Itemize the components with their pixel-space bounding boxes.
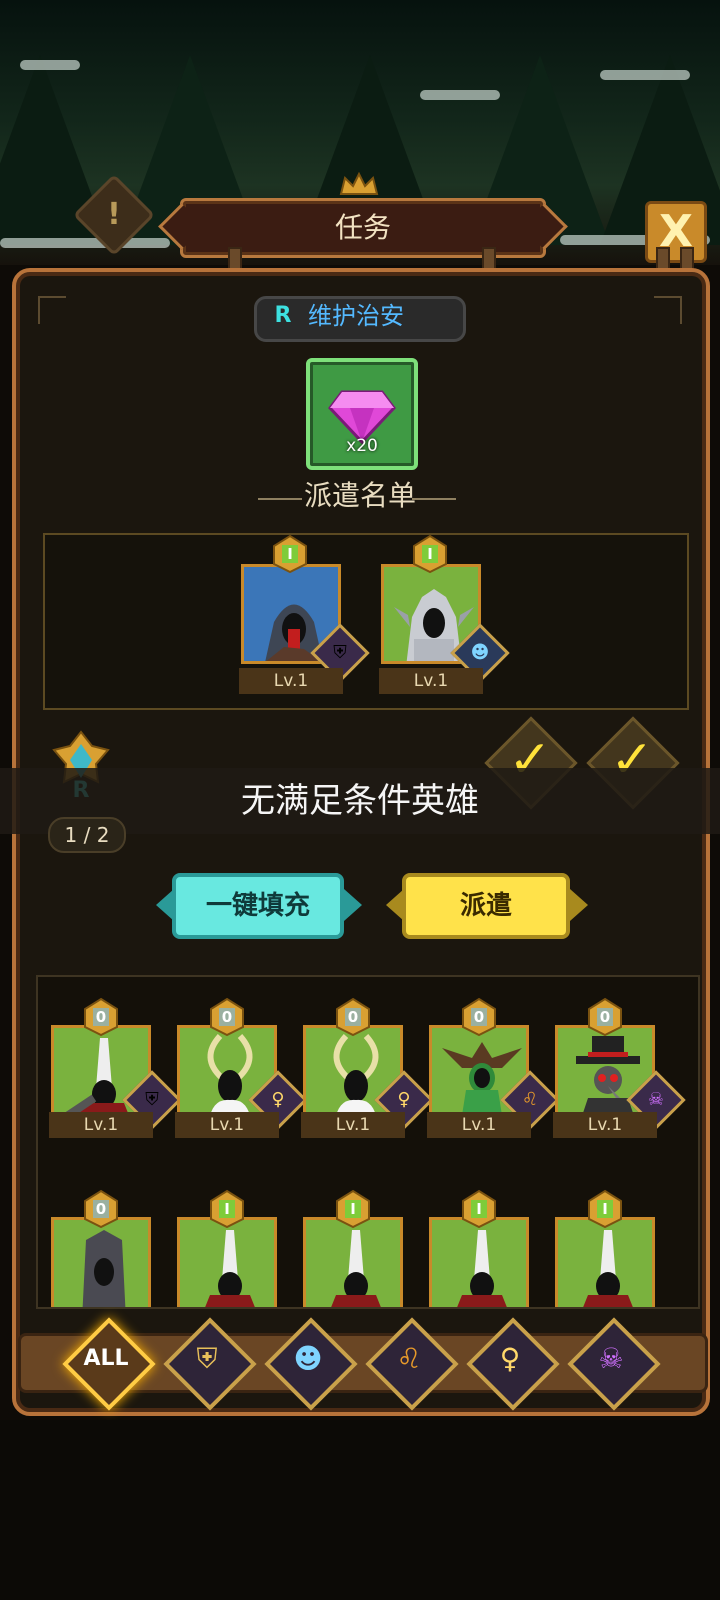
hero-portrait: [82, 1230, 126, 1307]
rank-label: 0: [599, 1008, 611, 1026]
lion-icon: ♌: [396, 1342, 422, 1375]
hero-roster: 0 ⛨ Lv.1 0 ♀ Lv.1 0 ♀ Lv.1 0 ♌ Lv.1 0 ☠ …: [36, 975, 700, 1309]
autofill-button[interactable]: 一键填充: [172, 873, 344, 939]
roster-hero-card[interactable]: [555, 1217, 655, 1307]
rank-label: 0: [95, 1008, 107, 1026]
snow-patch: [20, 60, 80, 70]
title-plate: 任务: [180, 198, 546, 258]
dispatch-list-title: 派遣名单: [303, 479, 416, 512]
hero-portrait: [331, 1230, 381, 1307]
rank-label: I: [224, 1200, 230, 1218]
roster-hero-card[interactable]: [429, 1217, 529, 1307]
rank-label: I: [602, 1200, 608, 1218]
hero-level: Lv.1: [427, 1112, 531, 1138]
reward-quantity: x20: [346, 436, 378, 456]
snow-patch: [420, 90, 500, 100]
roster-hero-card[interactable]: [303, 1217, 403, 1307]
hero-level: Lv.1: [379, 668, 483, 694]
arrow-right-icon: [344, 889, 362, 921]
hero-level: Lv.1: [175, 1112, 279, 1138]
bottom-background: [0, 1420, 720, 1600]
rank-label: I: [427, 545, 433, 563]
rank-label: 0: [95, 1200, 107, 1218]
elf-icon: ♀: [499, 1342, 521, 1375]
rank-label: I: [287, 545, 293, 563]
close-button[interactable]: X: [645, 201, 707, 263]
hero-level: Lv.1: [49, 1112, 153, 1138]
merfolk-icon: ☻: [293, 1342, 323, 1375]
knight-faction-icon: ⛨: [333, 642, 347, 663]
rank-label: 0: [221, 1008, 233, 1026]
rank-label: I: [350, 1200, 356, 1218]
roster-hero-card[interactable]: [51, 1217, 151, 1307]
demon-skull-icon: ☠: [598, 1342, 624, 1375]
arrow-right-icon: [570, 889, 588, 921]
hero-level: Lv.1: [239, 668, 343, 694]
knight-helmet-icon: ⛨: [196, 1342, 218, 1375]
dispatch-count: 1 / 2: [48, 817, 126, 853]
dispatch-team-box: [43, 533, 689, 710]
mission-rarity: R: [274, 303, 292, 328]
hero-portrait: [457, 1230, 507, 1307]
snow-patch: [600, 70, 690, 80]
corner-ornament: [654, 296, 682, 324]
rank-label: 0: [473, 1008, 485, 1026]
rank-label: 0: [347, 1008, 359, 1026]
hero-level: Lv.1: [553, 1112, 657, 1138]
mission-name: 维护治安: [308, 302, 404, 330]
dispatch-button[interactable]: 派遣: [402, 873, 570, 939]
crown-icon: [339, 172, 379, 195]
hero-level: Lv.1: [301, 1112, 405, 1138]
rank-label: I: [476, 1200, 482, 1218]
corner-ornament: [38, 296, 66, 324]
page-title: 任务: [334, 211, 391, 244]
hero-portrait: [583, 1230, 633, 1307]
merfolk-faction-icon: ☻: [470, 642, 490, 663]
roster-hero-card[interactable]: [177, 1217, 277, 1307]
divider: [412, 498, 456, 500]
all-icon: ALL: [83, 1346, 129, 1371]
warning-icon: !: [107, 197, 121, 232]
hero-portrait: [205, 1230, 255, 1307]
